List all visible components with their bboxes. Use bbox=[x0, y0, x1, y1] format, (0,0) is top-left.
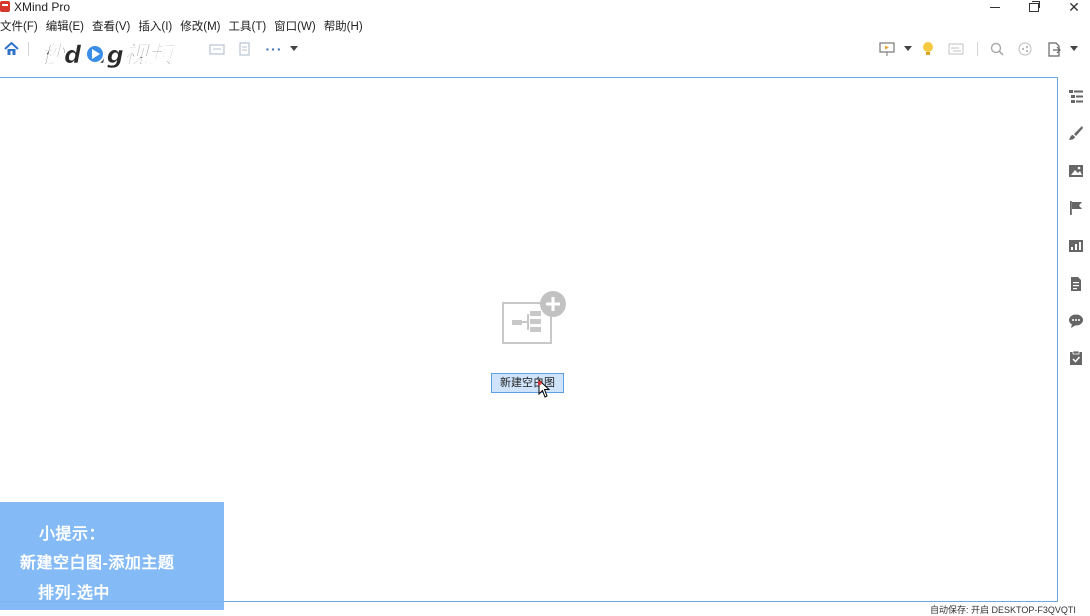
search-icon bbox=[990, 42, 1004, 56]
window-title: XMind Pro bbox=[14, 0, 71, 14]
toolbar-divider-right bbox=[977, 42, 978, 56]
restore-icon bbox=[1029, 0, 1040, 12]
new-map-icon bbox=[502, 291, 566, 344]
home-button[interactable] bbox=[3, 40, 19, 58]
menu-file[interactable]: 文件(F) bbox=[0, 18, 42, 34]
notes-icon[interactable] bbox=[1068, 276, 1084, 292]
export-button[interactable] bbox=[1046, 40, 1062, 58]
svg-text:秒d ng视频: 秒d ng视频 bbox=[40, 41, 177, 69]
gantt-button[interactable] bbox=[947, 40, 965, 58]
menu-bar: 文件(F) 编辑(E) 查看(V) 插入(I) 修改(M) 工具(T) 窗口(W… bbox=[0, 17, 371, 34]
topic-icon bbox=[209, 44, 225, 55]
outline-icon[interactable] bbox=[1068, 88, 1084, 104]
menu-edit[interactable]: 编辑(E) bbox=[46, 18, 88, 34]
title-bar: XMind Pro ✕ bbox=[0, 0, 1090, 16]
topic-button[interactable] bbox=[208, 40, 226, 58]
home-icon bbox=[3, 42, 19, 55]
tip-title: 小提示： bbox=[39, 526, 106, 543]
menu-view[interactable]: 查看(V) bbox=[92, 18, 134, 34]
menu-insert[interactable]: 插入(I) bbox=[138, 18, 176, 34]
close-button[interactable]: ✕ bbox=[1059, 0, 1089, 14]
more-icon: ··· bbox=[265, 41, 283, 57]
more-options-button[interactable]: ··· bbox=[266, 40, 282, 58]
menu-modify[interactable]: 修改(M) bbox=[180, 18, 224, 34]
gantt-icon bbox=[948, 43, 964, 55]
export-dropdown-arrow[interactable] bbox=[1070, 46, 1078, 51]
subtopic-icon bbox=[239, 42, 250, 56]
image-icon[interactable] bbox=[1068, 163, 1084, 179]
toolbar-divider bbox=[28, 42, 29, 56]
tip-overlay: 小提示： 新建空白图-添加主题 排列-选中 bbox=[0, 502, 224, 610]
presentation-button[interactable] bbox=[878, 40, 896, 58]
marker-flag-icon[interactable] bbox=[1068, 200, 1084, 216]
comment-icon[interactable] bbox=[1068, 313, 1084, 329]
brand-logo: 秒d ng视频 bbox=[37, 40, 201, 70]
share-icon bbox=[1018, 42, 1032, 56]
presentation-icon bbox=[879, 41, 895, 56]
subtopic-button[interactable] bbox=[236, 40, 254, 58]
brainstorm-button[interactable] bbox=[920, 40, 936, 58]
menu-window[interactable]: 窗口(W) bbox=[274, 18, 320, 34]
tip-line-2: 排列-选中 bbox=[38, 585, 110, 602]
tip-line-1: 新建空白图-添加主题 bbox=[20, 555, 175, 572]
side-panel bbox=[1062, 78, 1090, 610]
search-button[interactable] bbox=[989, 40, 1005, 58]
new-blank-map-button[interactable]: 新建空白图 bbox=[491, 373, 564, 393]
format-brush-icon[interactable] bbox=[1068, 125, 1084, 141]
chart-icon[interactable] bbox=[1068, 238, 1084, 254]
more-dropdown-arrow[interactable] bbox=[290, 46, 298, 51]
export-icon bbox=[1048, 41, 1061, 57]
menu-help[interactable]: 帮助(H) bbox=[324, 18, 367, 34]
lightbulb-icon bbox=[923, 42, 933, 55]
restore-button[interactable] bbox=[1019, 0, 1049, 14]
mouse-cursor-icon bbox=[538, 379, 550, 398]
toolbar: 秒d ng视频 ··· bbox=[0, 34, 1090, 70]
share-button[interactable] bbox=[1017, 40, 1033, 58]
minimize-button[interactable] bbox=[980, 0, 1010, 14]
xmind-logo-icon bbox=[0, 1, 10, 12]
task-icon[interactable] bbox=[1068, 350, 1084, 366]
menu-tools[interactable]: 工具(T) bbox=[228, 18, 270, 34]
close-icon: ✕ bbox=[1068, 0, 1080, 15]
minimize-icon bbox=[990, 6, 1000, 8]
presentation-dropdown-arrow[interactable] bbox=[904, 46, 912, 51]
